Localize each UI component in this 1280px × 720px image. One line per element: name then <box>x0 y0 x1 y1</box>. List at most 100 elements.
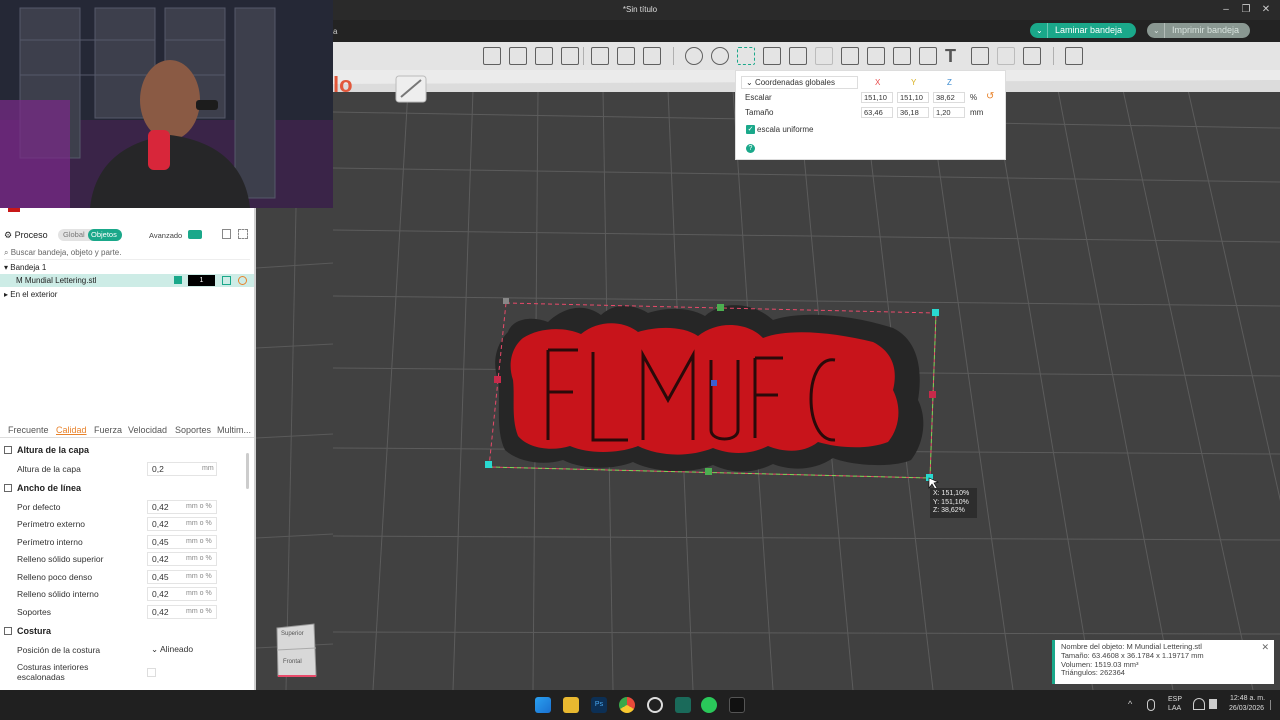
chrome-icon[interactable] <box>619 697 635 713</box>
photoshop-icon[interactable]: Ps <box>591 697 607 713</box>
process-toggle-icon[interactable]: ⚙ <box>4 230 12 240</box>
setting-row: Relleno sólido superior 0,42 mm o % <box>0 551 254 567</box>
show-hidden-icons[interactable]: ^ <box>1128 699 1132 709</box>
objects-tab[interactable]: Objetos <box>88 229 122 241</box>
tree-outside[interactable]: ▸ En el exterior <box>4 290 57 299</box>
support-paint-icon[interactable] <box>841 47 859 65</box>
scale-z-input[interactable]: 38,62 <box>933 92 965 103</box>
global-tab[interactable]: Global <box>63 230 85 239</box>
tab-multimaterial[interactable]: Multim... <box>217 425 251 435</box>
split-parts-icon[interactable] <box>617 47 635 65</box>
axis-z-label: Z <box>947 78 952 87</box>
print-plate-button[interactable]: ⌄ Imprimir bandeja <box>1147 23 1250 38</box>
boolean-icon[interactable] <box>815 47 833 65</box>
chevron-down-icon[interactable]: ⌄ <box>1153 23 1165 38</box>
volume-icon[interactable] <box>1209 699 1217 709</box>
reset-icon[interactable]: ↺ <box>986 91 994 102</box>
orient-icon[interactable] <box>535 47 553 65</box>
add-cube-icon[interactable] <box>483 47 501 65</box>
maximize-button[interactable]: ❐ <box>1238 3 1254 17</box>
more-icon[interactable] <box>1065 47 1083 65</box>
close-icon[interactable]: ✕ <box>1261 643 1269 652</box>
scale-label: Escalar <box>745 93 772 102</box>
3d-viewport[interactable]: lo <box>333 70 1280 690</box>
settings-compare-icon[interactable] <box>238 229 248 239</box>
scale-icon[interactable] <box>737 47 755 65</box>
tree-plate[interactable]: ▾ Bandeja 1 <box>4 263 46 272</box>
expand-icon[interactable]: ▸ <box>4 290 8 299</box>
slice-plate-button[interactable]: ⌄ Laminar bandeja <box>1030 23 1136 38</box>
wifi-icon[interactable] <box>1193 698 1205 710</box>
visible-checkbox[interactable] <box>174 276 182 284</box>
coordinate-mode-select[interactable]: ⌄ Coordenadas globales <box>741 76 858 89</box>
microphone-icon[interactable] <box>1147 699 1155 711</box>
setting-label: Perímetro interno <box>17 537 83 547</box>
start-icon[interactable] <box>535 697 551 713</box>
3d-model[interactable] <box>495 305 924 472</box>
tree-object-row[interactable]: M Mundial Lettering.stl 1 <box>0 274 254 287</box>
process-header: ⚙ Proceso <box>4 230 48 241</box>
bambu-studio-icon[interactable] <box>675 697 691 713</box>
filament-badge[interactable]: 1 <box>188 275 215 286</box>
toolbar-divider <box>1053 47 1054 65</box>
setting-row: Por defecto 0,42 mm o % <box>0 499 254 515</box>
size-x-input[interactable]: 63,46 <box>861 107 893 118</box>
move-icon[interactable] <box>685 47 703 65</box>
advanced-toggle[interactable] <box>188 230 202 239</box>
menu-item[interactable]: a <box>333 27 337 36</box>
size-y-input[interactable]: 36,18 <box>897 107 929 118</box>
clock-date[interactable]: 26/03/2026 <box>1229 705 1264 712</box>
help-icon[interactable]: ? <box>746 144 755 153</box>
search-bar[interactable]: ⌕ Buscar bandeja, objeto y parte. <box>4 246 250 260</box>
show-desktop-button[interactable] <box>1270 700 1276 710</box>
obs-icon[interactable] <box>647 697 663 713</box>
file-explorer-icon[interactable] <box>563 697 579 713</box>
tab-fuerza[interactable]: Fuerza <box>94 425 122 435</box>
variable-layer-icon[interactable] <box>1023 47 1041 65</box>
setting-unit: mm o % <box>186 573 212 580</box>
clock-time[interactable]: 12:48 a. m. <box>1230 695 1265 702</box>
search-input[interactable]: Buscar bandeja, objeto y parte. <box>11 248 122 257</box>
keyboard-layout[interactable]: LAA <box>1168 705 1181 712</box>
seam-paint-icon[interactable] <box>867 47 885 65</box>
seam-position-select[interactable]: ⌄ Alineado <box>147 643 217 657</box>
split-icon[interactable] <box>591 47 609 65</box>
orca-slicer-icon[interactable] <box>729 697 745 713</box>
rotate-icon[interactable] <box>711 47 729 65</box>
assembly-icon[interactable] <box>997 47 1015 65</box>
fuzzy-icon[interactable] <box>893 47 911 65</box>
language-indicator[interactable]: ESP <box>1168 696 1182 703</box>
erase-icon[interactable] <box>763 47 781 65</box>
expand-icon[interactable]: ▾ <box>4 263 8 272</box>
seam-position-value: Alineado <box>160 644 194 654</box>
tab-calidad[interactable]: Calidad <box>56 425 87 435</box>
color-paint-icon[interactable] <box>919 47 937 65</box>
layers-icon[interactable] <box>643 47 661 65</box>
chevron-down-icon[interactable]: ⌄ <box>1036 23 1048 38</box>
uniform-scale-label: escala uniforme <box>757 125 814 134</box>
size-z-input[interactable]: 1,20 <box>933 107 965 118</box>
arrange-icon[interactable] <box>561 47 579 65</box>
object-warning-icon[interactable] <box>238 276 247 285</box>
whatsapp-icon[interactable] <box>701 697 717 713</box>
text-icon[interactable]: T <box>945 47 963 65</box>
tab-velocidad[interactable]: Velocidad <box>128 425 167 435</box>
scale-y-input[interactable]: 151,10 <box>897 92 929 103</box>
viewport-left-strip[interactable] <box>256 208 333 690</box>
measure-icon[interactable] <box>971 47 989 65</box>
close-button[interactable]: ✕ <box>1258 3 1274 17</box>
object-settings-icon[interactable] <box>222 276 231 285</box>
list-view-icon[interactable] <box>222 229 231 239</box>
staggered-seams-checkbox[interactable] <box>147 668 156 677</box>
tab-soportes[interactable]: Soportes <box>175 425 211 435</box>
build-plate-grid: lo <box>333 70 1280 690</box>
tab-frecuente[interactable]: Frecuente <box>8 425 49 435</box>
global-objects-switch[interactable]: Global Objetos <box>58 229 122 241</box>
minimize-button[interactable]: – <box>1218 3 1234 17</box>
navigation-cube[interactable]: Superior Frontal <box>276 622 318 678</box>
scale-x-input[interactable]: 151,10 <box>861 92 893 103</box>
grid-icon[interactable] <box>509 47 527 65</box>
uniform-scale-checkbox[interactable]: ✓ <box>746 125 755 134</box>
cut-icon[interactable] <box>789 47 807 65</box>
object-info-triangles: Triángulos: 262364 <box>1061 668 1125 678</box>
